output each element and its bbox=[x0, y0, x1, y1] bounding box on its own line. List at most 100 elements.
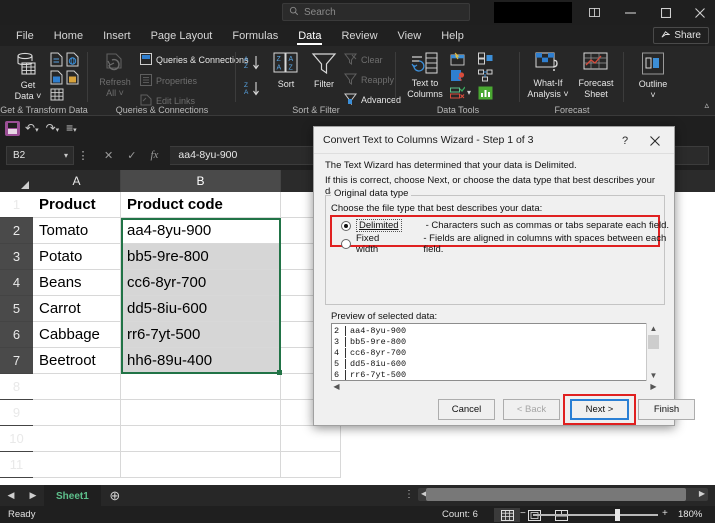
minimize-icon[interactable] bbox=[612, 0, 648, 25]
back-button[interactable]: < Back bbox=[503, 399, 560, 420]
chevron-up-icon[interactable]: ▵ bbox=[704, 100, 709, 111]
search-box[interactable]: Search bbox=[282, 3, 470, 21]
preview-vertical-scrollbar[interactable]: ▲ ▼ bbox=[646, 323, 659, 381]
normal-view-icon[interactable] bbox=[494, 508, 520, 522]
name-box[interactable]: B2 ▾ bbox=[6, 146, 74, 165]
cell-b5[interactable]: dd5-8iu-600 bbox=[121, 296, 281, 322]
data-tools-dropdown-icon[interactable]: ▾ bbox=[467, 88, 471, 97]
cell-a11[interactable] bbox=[33, 452, 121, 478]
cell-b2[interactable]: aa4-8yu-900 bbox=[121, 218, 281, 244]
scroll-right-icon[interactable]: ▶ bbox=[648, 381, 659, 392]
formula-bar-options-icon[interactable]: ⋮ bbox=[74, 149, 92, 162]
scroll-down-icon[interactable]: ▼ bbox=[647, 370, 660, 381]
row-header-4[interactable]: 4 bbox=[0, 270, 33, 296]
scroll-up-icon[interactable]: ▲ bbox=[647, 323, 660, 334]
tab-view[interactable]: View bbox=[388, 25, 432, 46]
cell-a7[interactable]: Beetroot bbox=[33, 348, 121, 374]
cell-c10[interactable] bbox=[281, 426, 341, 452]
manage-data-model-icon[interactable] bbox=[478, 86, 493, 105]
insert-function-icon[interactable]: fx bbox=[150, 149, 158, 161]
tab-page-layout[interactable]: Page Layout bbox=[141, 25, 223, 46]
cell-b7[interactable]: hh6-89u-400 bbox=[121, 348, 281, 374]
chevron-down-icon[interactable]: ▾ bbox=[64, 151, 68, 160]
row-header-1[interactable]: 1 bbox=[0, 192, 33, 218]
tab-help[interactable]: Help bbox=[431, 25, 474, 46]
cell-a1[interactable]: Product bbox=[33, 192, 121, 218]
data-validation-icon[interactable] bbox=[450, 86, 465, 105]
forecast-sheet-button[interactable]: Forecast Sheet bbox=[574, 52, 618, 100]
cell-a6[interactable]: Cabbage bbox=[33, 322, 121, 348]
next-button[interactable]: Next > bbox=[570, 399, 629, 420]
tab-home[interactable]: Home bbox=[44, 25, 93, 46]
row-header-3[interactable]: 3 bbox=[0, 244, 33, 270]
dialog-close-icon[interactable] bbox=[642, 132, 668, 150]
cell-a5[interactable]: Carrot bbox=[33, 296, 121, 322]
cell-b6[interactable]: rr6-7yt-500 bbox=[121, 322, 281, 348]
what-if-analysis-button[interactable]: What-If Analysis ˅ bbox=[524, 52, 572, 100]
get-data-button[interactable]: Get Data ˅ bbox=[8, 52, 48, 102]
existing-connections-icon[interactable] bbox=[50, 88, 64, 106]
outline-dropdown[interactable]: ˅ bbox=[650, 90, 655, 101]
redo-icon[interactable]: ↷▾ bbox=[44, 121, 62, 135]
cancel-button[interactable]: Cancel bbox=[438, 399, 495, 420]
from-web-icon[interactable] bbox=[66, 52, 79, 72]
tab-formulas[interactable]: Formulas bbox=[222, 25, 288, 46]
ribbon-display-options-icon[interactable] bbox=[576, 0, 612, 25]
previous-sheet-icon[interactable]: ◀ bbox=[0, 490, 22, 501]
close-icon[interactable] bbox=[684, 0, 715, 25]
customize-quick-access-icon[interactable]: ≡▾ bbox=[64, 121, 79, 135]
get-data-dropdown[interactable]: Data ˅ bbox=[15, 91, 42, 102]
recent-sources-icon[interactable] bbox=[66, 70, 79, 90]
zoom-slider-knob[interactable] bbox=[615, 509, 620, 521]
fixed-width-radio-icon[interactable] bbox=[341, 239, 351, 249]
select-all-corner[interactable] bbox=[0, 170, 33, 192]
tab-review[interactable]: Review bbox=[331, 25, 387, 46]
row-header-11[interactable]: 11 bbox=[0, 452, 33, 478]
row-header-8[interactable]: 8 bbox=[0, 374, 33, 400]
cell-a8[interactable] bbox=[33, 374, 121, 400]
cell-b8[interactable] bbox=[121, 374, 281, 400]
help-icon[interactable]: ? bbox=[616, 132, 634, 150]
tab-insert[interactable]: Insert bbox=[93, 25, 141, 46]
delimited-option[interactable]: Delimited - Characters such as commas or… bbox=[341, 219, 669, 232]
row-header-5[interactable]: 5 bbox=[0, 296, 33, 322]
column-header-a[interactable]: A bbox=[33, 170, 121, 192]
filter-button[interactable]: Filter bbox=[306, 52, 342, 90]
refresh-all-dropdown[interactable]: All ˅ bbox=[106, 88, 124, 99]
preview-pane[interactable]: 2 aa4-8yu-900 3 bb5-9re-800 4 cc6-8yr-70… bbox=[331, 323, 659, 381]
queries-connections-button[interactable]: Queries & Connections bbox=[140, 53, 249, 67]
row-header-6[interactable]: 6 bbox=[0, 322, 33, 348]
zoom-in-button[interactable]: + bbox=[662, 508, 668, 519]
cell-b9[interactable] bbox=[121, 400, 281, 426]
fixed-width-option[interactable]: Fixed width - Fields are aligned in colu… bbox=[341, 233, 674, 255]
cell-a9[interactable] bbox=[33, 400, 121, 426]
maximize-icon[interactable] bbox=[648, 0, 684, 25]
preview-horizontal-scrollbar[interactable]: ◀ ▶ bbox=[331, 381, 659, 392]
cell-a10[interactable] bbox=[33, 426, 121, 452]
save-icon[interactable] bbox=[5, 121, 20, 136]
what-if-dropdown[interactable]: Analysis ˅ bbox=[527, 89, 568, 100]
cell-c11[interactable] bbox=[281, 452, 341, 478]
preview-scroll-thumb[interactable] bbox=[648, 335, 659, 349]
zoom-out-button[interactable]: − bbox=[520, 508, 526, 519]
properties-button[interactable]: Properties bbox=[140, 74, 197, 88]
column-header-b[interactable]: B bbox=[121, 170, 281, 192]
outline-button[interactable]: Outline ˅ bbox=[630, 52, 676, 101]
cell-b10[interactable] bbox=[121, 426, 281, 452]
reapply-button[interactable]: Reapply bbox=[344, 73, 394, 87]
cell-b3[interactable]: bb5-9re-800 bbox=[121, 244, 281, 270]
zoom-level[interactable]: 180% bbox=[678, 509, 702, 520]
row-header-10[interactable]: 10 bbox=[0, 426, 33, 452]
cell-a4[interactable]: Beans bbox=[33, 270, 121, 296]
horizontal-scroll-thumb[interactable] bbox=[426, 488, 686, 501]
consolidate-icon[interactable] bbox=[478, 52, 493, 70]
tab-data[interactable]: Data bbox=[288, 25, 331, 46]
next-sheet-icon[interactable]: ▶ bbox=[22, 490, 44, 501]
sort-descending-icon[interactable]: ZA bbox=[244, 80, 264, 102]
from-text-csv-icon[interactable] bbox=[50, 52, 63, 72]
delimited-radio-icon[interactable] bbox=[341, 221, 351, 231]
cell-a2[interactable]: Tomato bbox=[33, 218, 121, 244]
row-header-7[interactable]: 7 bbox=[0, 348, 33, 374]
sort-button[interactable]: ZAAZ Sort bbox=[268, 52, 304, 90]
clear-filter-button[interactable]: Clear bbox=[344, 53, 383, 67]
